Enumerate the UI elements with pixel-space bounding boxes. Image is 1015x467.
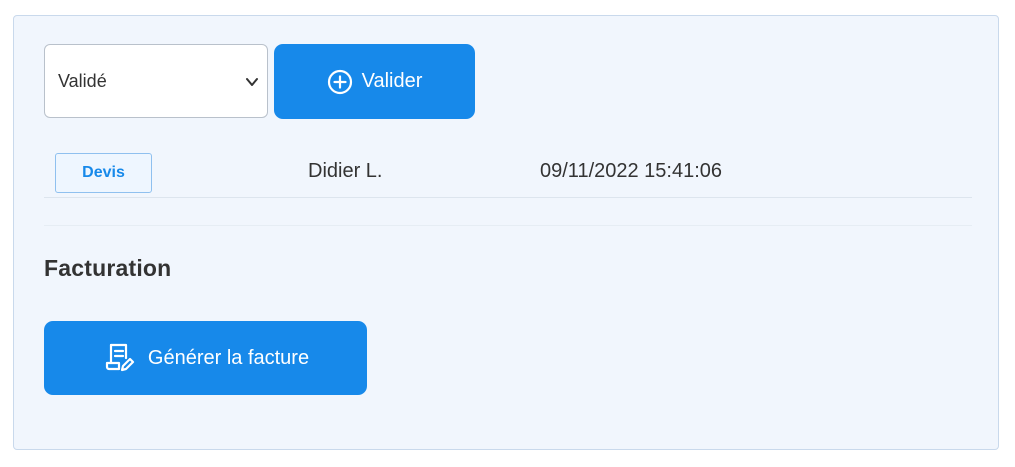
document-type-badge: Devis xyxy=(55,153,152,193)
history-row: Devis Didier L. 09/11/2022 15:41:06 xyxy=(44,148,972,198)
invoice-edit-icon xyxy=(105,343,134,372)
section-divider xyxy=(44,225,972,226)
author-name: Didier L. xyxy=(308,160,383,182)
billing-section-title: Facturation xyxy=(44,255,172,281)
generate-invoice-label: Générer la facture xyxy=(147,346,310,369)
plus-circle-icon xyxy=(327,69,352,94)
timestamp: 09/11/2022 15:41:06 xyxy=(540,160,723,182)
status-select-value: Validé xyxy=(58,70,107,91)
validate-button[interactable]: Valider xyxy=(274,44,475,119)
status-select[interactable]: Validé xyxy=(44,44,268,118)
workflow-panel: Validé Valider Devis Didier L. 09/11/202… xyxy=(13,15,999,450)
chevron-down-icon xyxy=(246,78,258,86)
generate-invoice-button[interactable]: Générer la facture xyxy=(44,321,367,395)
validate-button-label: Valider xyxy=(361,70,423,92)
